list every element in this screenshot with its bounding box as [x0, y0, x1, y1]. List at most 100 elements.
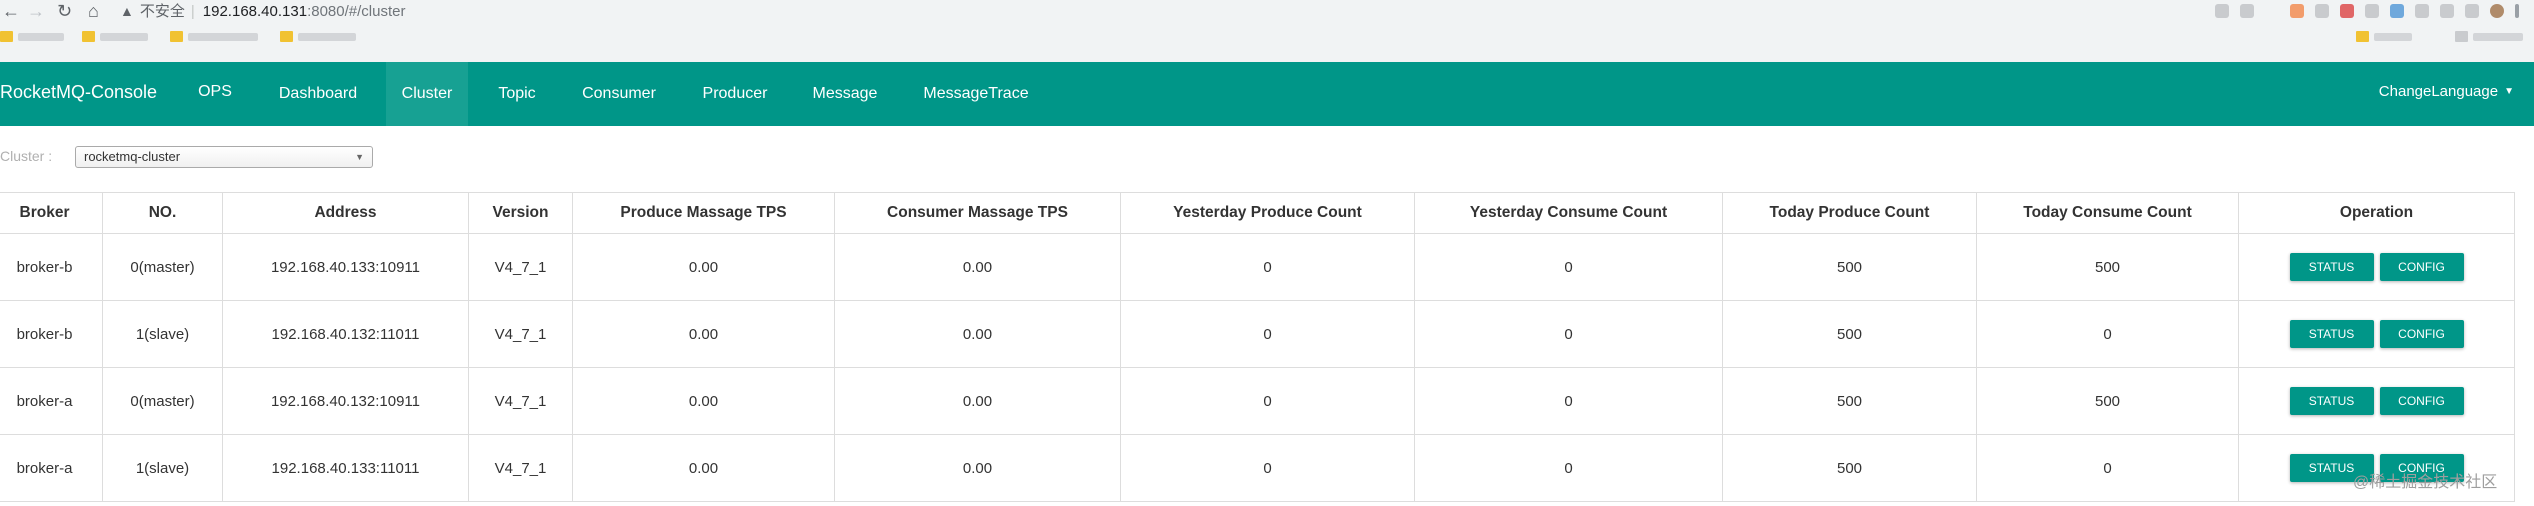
cell-yesterday-produce: 0: [1120, 300, 1415, 368]
bookmark-item[interactable]: [170, 31, 258, 45]
cluster-label: Cluster :: [0, 148, 53, 164]
nav-message[interactable]: Message: [798, 62, 892, 126]
cell-address: 192.168.40.133:11011: [222, 434, 469, 502]
cell-yesterday-consume: 0: [1414, 300, 1723, 368]
nav-messagetrace[interactable]: MessageTrace: [908, 62, 1044, 126]
nav-topic[interactable]: Topic: [480, 62, 554, 126]
extension-icon[interactable]: [2440, 4, 2454, 18]
cell-no: 1(slave): [102, 434, 223, 502]
bookmark-item[interactable]: [82, 31, 148, 45]
cell-yesterday-consume: 0: [1414, 367, 1723, 435]
cluster-select[interactable]: rocketmq-cluster ▼: [75, 146, 373, 168]
nav-cluster[interactable]: Cluster: [386, 62, 468, 126]
column-header: Today Consume Count: [1976, 192, 2239, 234]
nav-dashboard[interactable]: Dashboard: [262, 62, 374, 126]
bookmarks-bar: [0, 27, 2534, 49]
cell-yesterday-produce: 0: [1120, 233, 1415, 301]
forward-arrow-icon[interactable]: →: [27, 0, 45, 22]
extension-icon[interactable]: [2340, 4, 2354, 18]
menu-dots-icon[interactable]: [2515, 4, 2519, 18]
cell-address: 192.168.40.133:10911: [222, 233, 469, 301]
cell-today-produce: 500: [1722, 434, 1977, 502]
folder-icon: [0, 31, 13, 42]
folder-icon: [2356, 31, 2369, 42]
cell-today-consume: 500: [1976, 367, 2239, 435]
bookmark-item[interactable]: [280, 31, 356, 45]
change-language-dropdown[interactable]: ChangeLanguage ▼: [2379, 62, 2514, 126]
profile-avatar-icon[interactable]: [2490, 4, 2504, 18]
table-header-row: Broker NO. Address Version Produce Massa…: [0, 192, 2515, 234]
cell-operation: STATUS CONFIG: [2238, 367, 2515, 435]
cell-today-consume: 0: [1976, 300, 2239, 368]
cluster-select-value: rocketmq-cluster: [84, 149, 181, 164]
config-button[interactable]: CONFIG: [2379, 253, 2464, 281]
bookmark-item[interactable]: [2356, 31, 2412, 45]
status-button[interactable]: STATUS: [2289, 253, 2374, 281]
column-header: Operation: [2238, 192, 2515, 234]
column-header: Broker: [0, 192, 103, 234]
url-host: 192.168.40.131: [202, 3, 308, 20]
cell-consume-tps: 0.00: [834, 434, 1121, 502]
nav-ops[interactable]: OPS: [186, 62, 244, 126]
broker-table: Broker NO. Address Version Produce Massa…: [0, 192, 2515, 502]
cell-broker: broker-a: [0, 367, 103, 435]
cell-version: V4_7_1: [468, 300, 573, 368]
url-path: :8080/#/cluster: [307, 3, 406, 20]
extension-icon[interactable]: [2365, 4, 2379, 18]
table-row: broker-b 1(slave) 192.168.40.132:11011 V…: [0, 300, 2515, 368]
extension-icon[interactable]: [2390, 4, 2404, 18]
cell-consume-tps: 0.00: [834, 300, 1121, 368]
cell-consume-tps: 0.00: [834, 367, 1121, 435]
cell-address: 192.168.40.132:10911: [222, 367, 469, 435]
extension-icon[interactable]: [2315, 4, 2329, 18]
cell-today-produce: 500: [1722, 233, 1977, 301]
reload-icon[interactable]: ↻: [57, 0, 72, 22]
column-header: Today Produce Count: [1722, 192, 1977, 234]
nav-consumer[interactable]: Consumer: [566, 62, 672, 126]
nav-producer[interactable]: Producer: [688, 62, 782, 126]
cell-yesterday-consume: 0: [1414, 233, 1723, 301]
cell-no: 0(master): [102, 233, 223, 301]
change-language-label: ChangeLanguage: [2378, 83, 2499, 100]
address-bar[interactable]: ▲ 不安全 | 192.168.40.131:8080/#/cluster: [120, 0, 2210, 22]
cell-broker: broker-a: [0, 434, 103, 502]
back-arrow-icon[interactable]: ←: [2, 0, 20, 22]
folder-icon: [2455, 31, 2468, 42]
cell-no: 1(slave): [102, 300, 223, 368]
config-button[interactable]: CONFIG: [2379, 387, 2464, 415]
chevron-down-icon: ▼: [355, 152, 364, 162]
table-row: broker-a 0(master) 192.168.40.132:10911 …: [0, 367, 2515, 435]
column-header: Yesterday Produce Count: [1120, 192, 1415, 234]
cell-today-produce: 500: [1722, 300, 1977, 368]
column-header: NO.: [102, 192, 223, 234]
home-icon[interactable]: ⌂: [88, 0, 99, 22]
caret-down-icon: ▼: [2504, 86, 2514, 98]
brand-logo-text[interactable]: RocketMQ-Console: [0, 62, 157, 126]
cell-produce-tps: 0.00: [572, 434, 835, 502]
status-button[interactable]: STATUS: [2289, 320, 2374, 348]
column-header: Produce Massage TPS: [572, 192, 835, 234]
cell-yesterday-produce: 0: [1120, 434, 1415, 502]
not-secure-label: 不安全: [139, 3, 185, 20]
bookmark-item[interactable]: [0, 31, 64, 45]
column-header: Address: [222, 192, 469, 234]
cell-operation: STATUS CONFIG: [2238, 300, 2515, 368]
folder-icon: [170, 31, 183, 42]
bookmark-item[interactable]: [2455, 31, 2523, 45]
cell-yesterday-consume: 0: [1414, 434, 1723, 502]
extension-icon[interactable]: [2215, 4, 2229, 18]
cell-address: 192.168.40.132:11011: [222, 300, 469, 368]
cell-broker: broker-b: [0, 300, 103, 368]
cell-version: V4_7_1: [468, 367, 573, 435]
extension-icon[interactable]: [2240, 4, 2254, 18]
status-button[interactable]: STATUS: [2289, 387, 2374, 415]
cell-version: V4_7_1: [468, 434, 573, 502]
cell-today-consume: 500: [1976, 233, 2239, 301]
extension-icon[interactable]: [2465, 4, 2479, 18]
table-row: broker-a 1(slave) 192.168.40.133:11011 V…: [0, 434, 2515, 502]
extension-icon[interactable]: [2290, 4, 2304, 18]
cell-no: 0(master): [102, 367, 223, 435]
address-bar-row: ← → ↻ ⌂ ▲ 不安全 | 192.168.40.131:8080/#/clust…: [0, 0, 2534, 23]
extension-icon[interactable]: [2415, 4, 2429, 18]
config-button[interactable]: CONFIG: [2379, 320, 2464, 348]
